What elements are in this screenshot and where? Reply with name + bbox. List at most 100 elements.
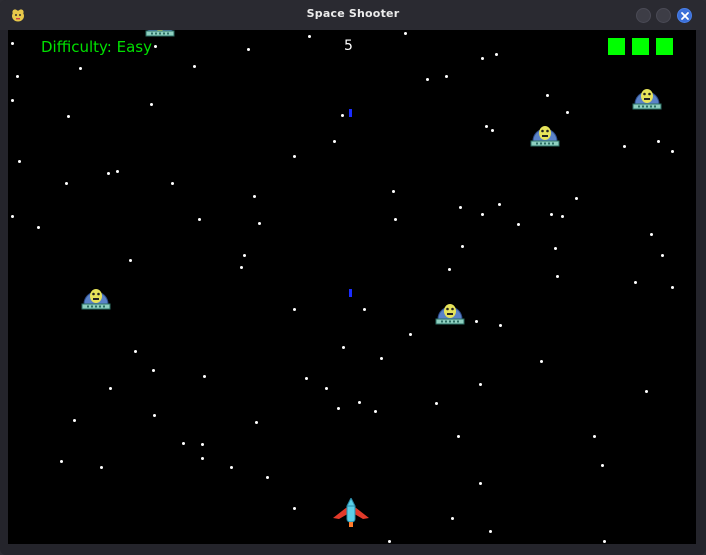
star	[661, 254, 664, 257]
game-canvas[interactable]: Difficulty: Easy 5	[8, 30, 696, 544]
title-bar[interactable]: Space Shooter	[0, 0, 706, 30]
close-button[interactable]	[677, 8, 692, 23]
star	[451, 517, 454, 520]
star	[11, 99, 14, 102]
star	[342, 346, 345, 349]
star	[337, 407, 340, 410]
star	[461, 245, 464, 248]
star	[491, 129, 494, 132]
life-indicator	[656, 38, 673, 55]
star	[152, 369, 155, 372]
star	[485, 125, 488, 128]
star	[171, 182, 174, 185]
star	[575, 197, 578, 200]
star	[154, 45, 157, 48]
star	[374, 410, 377, 413]
star	[435, 402, 438, 405]
star	[67, 115, 70, 118]
player-bullet	[349, 109, 352, 117]
star	[247, 48, 250, 51]
star	[230, 466, 233, 469]
star	[554, 247, 557, 250]
star	[109, 387, 112, 390]
star	[603, 540, 606, 543]
star	[11, 215, 14, 218]
star	[475, 320, 478, 323]
star	[634, 281, 637, 284]
star	[479, 482, 482, 485]
close-icon	[681, 12, 689, 20]
star	[409, 333, 412, 336]
alien-ufo-enemy	[530, 126, 560, 147]
difficulty-label: Difficulty: Easy	[41, 38, 152, 56]
star	[60, 460, 63, 463]
star	[358, 401, 361, 404]
alien-ufo-enemy	[435, 304, 465, 325]
star	[448, 268, 451, 271]
minimize-button[interactable]	[636, 8, 651, 23]
maximize-button[interactable]	[656, 8, 671, 23]
star	[426, 78, 429, 81]
star	[79, 67, 82, 70]
star	[243, 254, 246, 257]
star	[657, 140, 660, 143]
star	[566, 111, 569, 114]
alien-ufo-enemy	[632, 89, 662, 110]
star	[100, 466, 103, 469]
star	[308, 35, 311, 38]
star	[517, 223, 520, 226]
life-indicator	[608, 38, 625, 55]
star	[481, 213, 484, 216]
star	[240, 266, 243, 269]
star	[293, 507, 296, 510]
alien-ufo-enemy	[145, 30, 175, 37]
star	[198, 218, 201, 221]
life-indicator	[632, 38, 649, 55]
star	[203, 375, 206, 378]
star	[540, 360, 543, 363]
star	[459, 206, 462, 209]
window-title: Space Shooter	[306, 7, 400, 20]
star	[65, 182, 68, 185]
player-ship	[333, 498, 369, 527]
star	[293, 308, 296, 311]
star	[255, 421, 258, 424]
star	[305, 377, 308, 380]
star	[380, 357, 383, 360]
star	[457, 435, 460, 438]
star	[266, 476, 269, 479]
star	[671, 286, 674, 289]
star	[129, 259, 132, 262]
star	[182, 442, 185, 445]
star	[363, 308, 366, 311]
star	[671, 150, 674, 153]
star	[546, 94, 549, 97]
star	[388, 540, 391, 543]
star	[394, 218, 397, 221]
star	[645, 390, 648, 393]
star	[650, 233, 653, 236]
star	[445, 75, 448, 78]
star	[193, 65, 196, 68]
star	[498, 203, 501, 206]
star	[593, 435, 596, 438]
star	[18, 160, 21, 163]
star	[481, 57, 484, 60]
star	[601, 464, 604, 467]
star	[561, 215, 564, 218]
star	[253, 195, 256, 198]
star	[333, 140, 336, 143]
star	[499, 324, 502, 327]
star	[134, 350, 137, 353]
score-display: 5	[344, 38, 353, 54]
star	[623, 145, 626, 148]
star	[258, 222, 261, 225]
star	[150, 103, 153, 106]
star	[201, 443, 204, 446]
app-window: Space Shooter Difficulty: Easy 5	[0, 0, 706, 555]
star	[392, 190, 395, 193]
player-bullet	[349, 289, 352, 297]
star	[479, 383, 482, 386]
star	[325, 387, 328, 390]
star	[495, 53, 498, 56]
